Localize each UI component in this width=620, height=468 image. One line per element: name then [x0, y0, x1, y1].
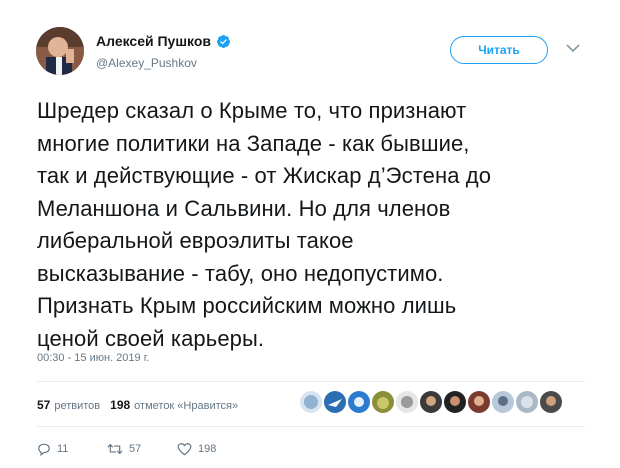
reply-count: 11	[57, 443, 69, 455]
heart-icon	[177, 443, 192, 456]
retweets-count: 57	[37, 398, 51, 412]
liker-avatar[interactable]	[348, 391, 370, 413]
tweet-text-line: ценой своей карьеры.	[37, 325, 265, 351]
liker-avatar[interactable]	[372, 391, 394, 413]
divider	[37, 381, 585, 382]
tweet-text: Шредер сказал о Крыме то, что признают м…	[37, 95, 597, 355]
liker-avatar[interactable]	[420, 391, 442, 413]
follow-button[interactable]: Читать	[450, 36, 548, 64]
retweet-button[interactable]: 57	[107, 442, 177, 456]
tweet-stats: 57 ретвитов 198 отметок «Нравится»	[37, 398, 248, 412]
author-name-row[interactable]: Алексей Пушков	[96, 33, 231, 49]
tweet-text-line: Меланшона и Сальвини. Но для членов	[37, 195, 451, 221]
liker-avatar[interactable]	[300, 391, 322, 413]
author-handle[interactable]: @Alexey_Pushkov	[96, 56, 231, 70]
retweets-stat[interactable]: 57 ретвитов	[37, 398, 100, 412]
author-info: Алексей Пушков @Alexey_Pushkov	[96, 33, 231, 70]
liker-avatar[interactable]	[540, 391, 562, 413]
tweet-text-line: так и действующие - от Жискар д’Эстена д…	[37, 163, 492, 188]
tweet-text-line: многие политики на Западе - как бывшие,	[37, 130, 470, 156]
liker-avatar[interactable]	[444, 391, 466, 413]
tweet-actions: 11 57 198	[37, 442, 247, 456]
author-avatar[interactable]	[36, 27, 84, 75]
tweet-timestamp[interactable]: 00:30 - 15 июн. 2019 г.	[37, 352, 149, 364]
retweet-icon	[107, 443, 123, 455]
liker-avatar[interactable]	[516, 391, 538, 413]
liker-avatar[interactable]	[468, 391, 490, 413]
retweet-count: 57	[129, 443, 142, 455]
tweet-text-line: Шредер сказал о Крыме то, что признают	[37, 98, 467, 123]
chevron-down-icon[interactable]	[566, 43, 580, 53]
like-button[interactable]: 198	[177, 442, 247, 456]
author-name[interactable]: Алексей Пушков	[96, 33, 211, 49]
verified-badge-icon	[216, 34, 231, 48]
retweets-label: ретвитов	[54, 400, 101, 412]
liker-avatar[interactable]	[324, 391, 346, 413]
like-count: 198	[198, 443, 217, 455]
likes-count: 198	[110, 398, 131, 412]
divider	[37, 426, 585, 427]
reply-icon	[38, 443, 50, 456]
reply-button[interactable]: 11	[37, 442, 107, 456]
tweet-text-line: либеральной евроэлиты такое	[37, 228, 354, 253]
likes-stat[interactable]: 198 отметок «Нравится»	[110, 398, 238, 412]
likes-label: отметок «Нравится»	[134, 400, 239, 412]
tweet-text-line: Признать Крым российским можно лишь	[37, 293, 457, 318]
liker-avatar[interactable]	[492, 391, 514, 413]
liker-avatars	[300, 391, 562, 413]
liker-avatar[interactable]	[396, 391, 418, 413]
tweet-text-line: высказывание - табу, оно недопустимо.	[37, 260, 444, 286]
